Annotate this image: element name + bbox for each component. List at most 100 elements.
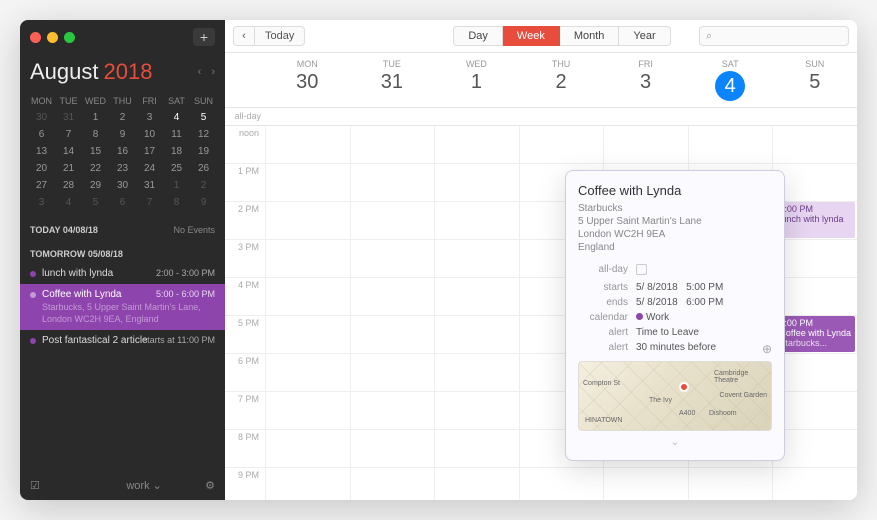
hour-cell[interactable] (434, 278, 519, 315)
hour-cell[interactable] (772, 392, 857, 429)
minical-day[interactable]: 18 (163, 143, 190, 160)
hour-cell[interactable] (772, 354, 857, 391)
hour-cell[interactable] (265, 240, 350, 277)
hour-cell[interactable] (772, 240, 857, 277)
minical-day[interactable]: 4 (55, 194, 82, 211)
minical-day[interactable]: 26 (190, 160, 217, 177)
minical-day[interactable]: 6 (28, 126, 55, 143)
hour-cell[interactable] (265, 316, 350, 353)
hour-cell[interactable] (434, 430, 519, 467)
minical-day[interactable]: 8 (82, 126, 109, 143)
hour-cell[interactable] (434, 202, 519, 239)
hour-cell[interactable] (265, 202, 350, 239)
minimize-icon[interactable] (47, 32, 58, 43)
hour-cell[interactable] (688, 468, 773, 500)
minical-day[interactable]: 21 (55, 160, 82, 177)
calendar-picker[interactable]: Work (636, 312, 772, 323)
hour-cell[interactable] (350, 202, 435, 239)
hour-cell[interactable] (350, 164, 435, 201)
hour-cell[interactable] (772, 278, 857, 315)
hour-cell[interactable] (434, 468, 519, 500)
minical-day[interactable]: 24 (136, 160, 163, 177)
hour-cell[interactable] (688, 126, 773, 163)
day-column-header[interactable]: WED1 (434, 53, 519, 107)
hour-cell[interactable] (350, 354, 435, 391)
hour-cell[interactable] (434, 126, 519, 163)
hour-cell[interactable] (434, 392, 519, 429)
allday-checkbox[interactable] (636, 264, 647, 275)
minical-day[interactable]: 14 (55, 143, 82, 160)
minical-day[interactable]: 3 (28, 194, 55, 211)
minical-day[interactable]: 29 (82, 177, 109, 194)
hour-cell[interactable] (772, 126, 857, 163)
minical-day[interactable]: 17 (136, 143, 163, 160)
hour-cell[interactable] (265, 392, 350, 429)
day-column-header[interactable]: FRI3 (603, 53, 688, 107)
hour-cell[interactable] (434, 240, 519, 277)
minical-day[interactable]: 13 (28, 143, 55, 160)
day-column-header[interactable]: THU2 (519, 53, 604, 107)
map-preview[interactable]: Compton St The Ivy A400 HINATOWN Cambrid… (578, 361, 772, 431)
minical-day[interactable]: 5 (82, 194, 109, 211)
hour-cell[interactable] (265, 468, 350, 500)
minical-day[interactable]: 11 (163, 126, 190, 143)
checkbox-icon[interactable]: ☑ (30, 479, 40, 492)
day-column-header[interactable]: TUE31 (350, 53, 435, 107)
minical-day[interactable]: 7 (136, 194, 163, 211)
minical-day[interactable]: 30 (109, 177, 136, 194)
view-year[interactable]: Year (619, 26, 670, 46)
prev-period-button[interactable]: ‹ (233, 26, 255, 46)
minical-day[interactable]: 15 (82, 143, 109, 160)
minical-day[interactable]: 5 (190, 109, 217, 126)
minical-day[interactable]: 19 (190, 143, 217, 160)
hour-cell[interactable] (434, 164, 519, 201)
minical-day[interactable]: 27 (28, 177, 55, 194)
hour-cell[interactable] (350, 126, 435, 163)
view-month[interactable]: Month (560, 26, 620, 46)
next-month-button[interactable]: › (211, 66, 215, 78)
hour-cell[interactable] (350, 278, 435, 315)
add-alert-button[interactable]: ⊕ (762, 342, 772, 356)
hour-cell[interactable] (350, 392, 435, 429)
hour-cell[interactable] (772, 430, 857, 467)
minical-day[interactable]: 12 (190, 126, 217, 143)
minical-day[interactable]: 16 (109, 143, 136, 160)
hour-cell[interactable] (265, 126, 350, 163)
hour-cell[interactable] (519, 126, 604, 163)
minical-day[interactable]: 23 (109, 160, 136, 177)
minical-day[interactable]: 3 (136, 109, 163, 126)
minical-day[interactable]: 4 (163, 109, 190, 126)
hour-cell[interactable] (350, 430, 435, 467)
minical-day[interactable]: 6 (109, 194, 136, 211)
hour-cell[interactable] (350, 240, 435, 277)
hour-cell[interactable] (772, 468, 857, 500)
minical-day[interactable]: 9 (109, 126, 136, 143)
view-day[interactable]: Day (453, 26, 503, 46)
calendar-selector[interactable]: work ⌄ (126, 479, 162, 492)
agenda-item[interactable]: Coffee with Lynda5:00 - 6:00 PMStarbucks… (20, 284, 225, 330)
hour-cell[interactable] (265, 354, 350, 391)
minical-day[interactable]: 28 (55, 177, 82, 194)
minical-day[interactable]: 25 (163, 160, 190, 177)
minical-day[interactable]: 31 (55, 109, 82, 126)
hour-cell[interactable] (265, 164, 350, 201)
close-icon[interactable] (30, 32, 41, 43)
minical-day[interactable]: 2 (109, 109, 136, 126)
zoom-icon[interactable] (64, 32, 75, 43)
hour-cell[interactable] (350, 468, 435, 500)
view-week[interactable]: Week (503, 26, 560, 46)
today-button[interactable]: Today (255, 26, 305, 46)
minical-day[interactable]: 9 (190, 194, 217, 211)
hour-cell[interactable] (434, 316, 519, 353)
hour-cell[interactable] (350, 316, 435, 353)
hour-cell[interactable] (603, 126, 688, 163)
minical-day[interactable]: 10 (136, 126, 163, 143)
minical-day[interactable]: 22 (82, 160, 109, 177)
add-event-button[interactable]: + (193, 28, 215, 46)
minical-day[interactable]: 8 (163, 194, 190, 211)
gear-icon[interactable]: ⚙ (205, 479, 215, 492)
day-column-header[interactable]: SAT4 (688, 53, 773, 107)
hour-cell[interactable] (772, 164, 857, 201)
hour-cell[interactable] (265, 278, 350, 315)
expand-chevron-icon[interactable]: ⌄ (578, 437, 772, 448)
